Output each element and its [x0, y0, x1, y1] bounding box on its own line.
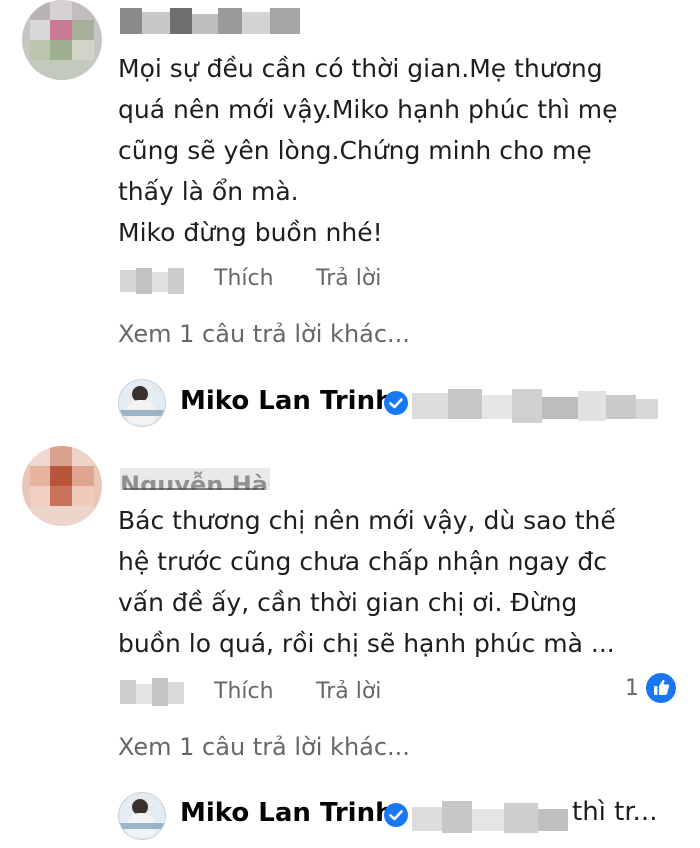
timestamp-blurred[interactable]	[120, 268, 184, 294]
comment-text-line: cũng sẽ yên lòng.Chứng minh cho mẹ	[118, 136, 592, 165]
reply-author-name[interactable]: Miko Lan Trinh	[180, 386, 394, 416]
like-thumb-icon[interactable]	[646, 673, 676, 703]
comment-text-line: vấn đề ấy, cần thời gian chị ơi. Đừng	[118, 588, 578, 617]
comment-text-line: hệ trước cũng chưa chấp nhận ngay đc	[118, 547, 607, 576]
comment-text-line: buồn lo quá, rồi chị sẽ hạnh phúc mà ...	[118, 629, 615, 658]
comment-text-line: Bác thương chị nên mới vậy, dù sao thế	[118, 506, 616, 535]
comment-text-line: Mọi sự đều cần có thời gian.Mẹ thương	[118, 54, 603, 83]
reply-snippet-text: thì tr...	[572, 797, 658, 827]
like-button[interactable]: Thích	[214, 266, 274, 291]
timestamp-blurred[interactable]	[120, 678, 184, 706]
verified-badge-icon	[384, 391, 408, 415]
commenter-name-partial: Nguyễn Hà	[120, 471, 268, 490]
reply-button[interactable]: Trả lời	[316, 266, 381, 291]
comment-text-line: thấy là ổn mà.	[118, 177, 299, 206]
like-button[interactable]: Thích	[214, 679, 274, 704]
reply-button[interactable]: Trả lời	[316, 679, 381, 704]
reply-snippet-blurred	[412, 389, 658, 423]
view-more-replies[interactable]: Xem 1 câu trả lời khác...	[118, 320, 410, 348]
comment-text-line: quá nên mới vậy.Miko hạnh phúc thì mẹ	[118, 95, 618, 124]
commenter-name-blurred[interactable]	[120, 8, 300, 34]
view-more-replies[interactable]: Xem 1 câu trả lời khác...	[118, 733, 410, 761]
reply-author-avatar[interactable]	[118, 379, 166, 427]
reply-author-avatar[interactable]	[118, 792, 166, 840]
reply-snippet-blurred	[412, 801, 568, 835]
commenter-avatar[interactable]	[22, 0, 102, 80]
reply-author-name[interactable]: Miko Lan Trinh	[180, 798, 394, 828]
comment-text-line: Miko đừng buồn nhé!	[118, 218, 383, 247]
reaction-count[interactable]: 1	[625, 676, 639, 701]
verified-badge-icon	[384, 803, 408, 827]
commenter-avatar[interactable]	[22, 446, 102, 526]
